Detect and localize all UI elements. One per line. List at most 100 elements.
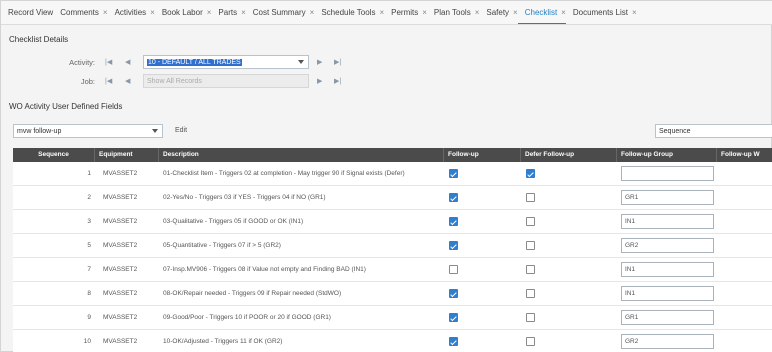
follow-up-checkbox[interactable] [449, 313, 458, 322]
udf-section-title: WO Activity User Defined Fields [9, 102, 123, 111]
tab-plan-tools[interactable]: Plan Tools × [427, 1, 479, 24]
tab-label: Safety [486, 8, 510, 17]
job-label: Job: [80, 77, 95, 86]
defer-follow-up-checkbox[interactable] [526, 241, 535, 250]
equipment-cell: MVASSET2 [103, 218, 138, 225]
follow-up-checkbox[interactable] [449, 241, 458, 250]
chevron-down-icon [298, 60, 304, 64]
defer-follow-up-checkbox[interactable] [526, 265, 535, 274]
tab-label: Activities [114, 8, 147, 17]
column-header-description[interactable]: Description [159, 148, 444, 162]
job-select[interactable]: Show All Records [143, 74, 309, 88]
tab-parts[interactable]: Parts × [211, 1, 245, 24]
tab-schedule-tools[interactable]: Schedule Tools × [314, 1, 384, 24]
column-header-equipment[interactable]: Equipment [95, 148, 159, 162]
description-cell: 03-Qualitative - Triggers 05 if GOOD or … [163, 218, 304, 225]
activity-last-button[interactable]: ▶| [334, 58, 341, 66]
close-icon[interactable]: × [632, 8, 637, 17]
tab-activities[interactable]: Activities × [108, 1, 155, 24]
equipment-cell: MVASSET2 [103, 266, 138, 273]
activity-next-button[interactable]: ▶ [317, 58, 322, 66]
follow-up-checkbox[interactable] [449, 169, 458, 178]
tab-label: Schedule Tools [321, 8, 376, 17]
tab-comments[interactable]: Comments × [53, 1, 107, 24]
job-select-value: Show All Records [147, 78, 202, 85]
description-cell: 05-Quantitative - Triggers 07 if > 5 (GR… [163, 242, 281, 249]
sequence-cell: 1 [87, 170, 91, 177]
job-prev-button[interactable]: ◀ [125, 77, 130, 85]
tab-label: Parts [218, 8, 238, 17]
equipment-cell: MVASSET2 [103, 290, 138, 297]
follow-up-group-input[interactable]: IN1 [621, 214, 714, 229]
tab-label: Book Labor [161, 8, 203, 17]
follow-up-checkbox[interactable] [449, 193, 458, 202]
checklist-details-title: Checklist Details [9, 35, 69, 44]
tab-book-labor[interactable]: Book Labor × [155, 1, 212, 24]
equipment-cell: MVASSET2 [103, 314, 138, 321]
tab-bar: Record View Comments × Activities × Book Labo… [1, 1, 772, 25]
defer-follow-up-checkbox[interactable] [526, 313, 535, 322]
table-row[interactable]: 8 MVASSET2 08-OK/Repair needed - Triggers … [13, 282, 772, 306]
follow-up-group-input[interactable]: GR2 [621, 334, 714, 349]
column-header-follow-up[interactable]: Follow-up [444, 148, 521, 162]
tab-record-view[interactable]: Record View [1, 1, 54, 24]
activity-prev-button[interactable]: ◀ [125, 58, 130, 66]
table-row[interactable]: 10 MVASSET2 10-OK/Adjusted - Triggers 11 i… [13, 330, 772, 352]
follow-up-checkbox[interactable] [449, 289, 458, 298]
chevron-down-icon [152, 129, 158, 133]
table-row[interactable]: 2 MVASSET2 02-Yes/No - Triggers 03 if YES … [13, 186, 772, 210]
app-window: Record View Comments × Activities × Book Labo… [0, 0, 772, 352]
job-last-button[interactable]: ▶| [334, 77, 341, 85]
tab-label: Plan Tools [433, 8, 471, 17]
column-header-follow-up-group[interactable]: Follow-up Group [617, 148, 717, 162]
follow-up-group-input[interactable]: IN1 [621, 286, 714, 301]
follow-up-group-input[interactable]: GR2 [621, 238, 714, 253]
table-row[interactable]: 9 MVASSET2 09-Good/Poor - Triggers 10 if P… [13, 306, 772, 330]
tab-documents-list[interactable]: Documents List × [566, 1, 637, 24]
tab-checklist[interactable]: Checklist × [517, 1, 566, 24]
follow-up-group-input[interactable]: IN1 [621, 262, 714, 277]
tab-label: Documents List [572, 8, 628, 17]
description-cell: 10-OK/Adjusted - Triggers 11 if OK (GR2) [163, 338, 283, 345]
job-first-button[interactable]: |◀ [105, 77, 112, 85]
job-next-button[interactable]: ▶ [317, 77, 322, 85]
tab-label: Permits [391, 8, 419, 17]
sequence-cell: 9 [87, 314, 91, 321]
table-row[interactable]: 3 MVASSET2 03-Qualitative - Triggers 05 if… [13, 210, 772, 234]
follow-up-checkbox[interactable] [449, 265, 458, 274]
table-row[interactable]: 7 MVASSET2 07-Insp.MV906 - Triggers 08 if … [13, 258, 772, 282]
table-row[interactable]: 5 MVASSET2 05-Quantitative - Triggers 07 i… [13, 234, 772, 258]
sequence-cell: 7 [87, 266, 91, 273]
sequence-cell: 5 [87, 242, 91, 249]
column-header-sequence[interactable]: Sequence [13, 148, 95, 162]
grid-header: Sequence Equipment Description Follow-up… [13, 148, 772, 162]
equipment-cell: MVASSET2 [103, 242, 138, 249]
follow-up-group-input[interactable] [621, 166, 714, 181]
follow-up-checkbox[interactable] [449, 337, 458, 346]
tab-label: Record View [8, 8, 54, 17]
tab-cost-summary[interactable]: Cost Summary × [246, 1, 315, 24]
equipment-cell: MVASSET2 [103, 194, 138, 201]
defer-follow-up-checkbox[interactable] [526, 337, 535, 346]
column-header-defer-follow-up[interactable]: Defer Follow-up [521, 148, 617, 162]
defer-follow-up-checkbox[interactable] [526, 217, 535, 226]
tab-permits[interactable]: Permits × [384, 1, 427, 24]
activity-first-button[interactable]: |◀ [105, 58, 112, 66]
activity-select[interactable]: 10 - DEFAULT / ALL TRADES [143, 55, 309, 69]
sequence-cell: 8 [87, 290, 91, 297]
defer-follow-up-checkbox[interactable] [526, 193, 535, 202]
description-cell: 01-Checklist Item - Triggers 02 at compl… [163, 170, 405, 177]
activity-select-value: 10 - DEFAULT / ALL TRADES [147, 59, 242, 66]
follow-up-checkbox[interactable] [449, 217, 458, 226]
sort-field[interactable]: Sequence [655, 124, 772, 138]
dataspy-select[interactable]: mvw follow-up [13, 124, 163, 138]
defer-follow-up-checkbox[interactable] [526, 169, 535, 178]
edit-dataspy-link[interactable]: Edit [175, 127, 187, 134]
follow-up-group-input[interactable]: GR1 [621, 310, 714, 325]
table-row[interactable]: 1 MVASSET2 01-Checklist Item - Triggers 02… [13, 162, 772, 186]
defer-follow-up-checkbox[interactable] [526, 289, 535, 298]
equipment-cell: MVASSET2 [103, 338, 138, 345]
column-header-follow-up-w[interactable]: Follow-up W [717, 148, 772, 162]
tab-safety[interactable]: Safety × [479, 1, 517, 24]
follow-up-group-input[interactable]: GR1 [621, 190, 714, 205]
